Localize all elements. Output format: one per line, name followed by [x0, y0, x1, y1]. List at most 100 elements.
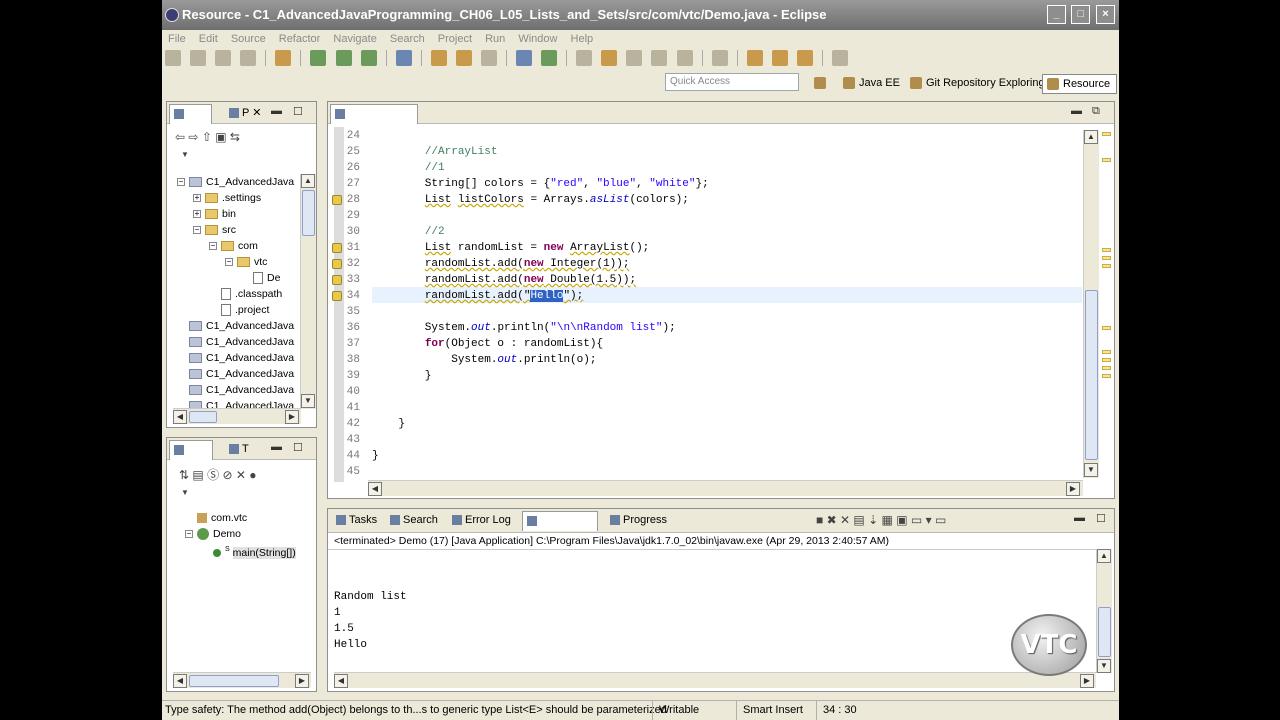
scroll-right-icon[interactable]: ▶	[1080, 674, 1094, 688]
scroll-thumb[interactable]	[189, 411, 217, 423]
open-type-icon[interactable]	[430, 50, 447, 66]
scroll-thumb[interactable]	[1098, 607, 1111, 657]
tree-item[interactable]: +C1_AdvancedJava	[177, 334, 294, 350]
code-line[interactable]: System.out.println(o);	[372, 352, 596, 368]
collapse-icon[interactable]: −	[185, 530, 193, 539]
toggle-block-selection-icon[interactable]	[541, 50, 558, 66]
collapse-icon[interactable]: −	[177, 178, 185, 187]
warning-icon[interactable]	[332, 195, 342, 205]
up-folder-icon[interactable]: ⇧	[202, 130, 212, 144]
scroll-right-icon[interactable]: ▶	[285, 410, 299, 424]
next-annotation-icon[interactable]	[626, 50, 643, 66]
scroll-up-icon[interactable]: ▲	[1084, 130, 1098, 144]
tree-item[interactable]: +C1_AdvancedJava	[177, 366, 294, 382]
run-external-icon[interactable]	[360, 50, 377, 66]
tree-item[interactable]: +C1_AdvancedJava	[177, 318, 294, 334]
collapse-icon[interactable]: −	[193, 226, 201, 235]
code-line[interactable]: }	[372, 416, 405, 432]
console-hscroll[interactable]: ◀ ▶	[334, 672, 1096, 688]
pin-icon[interactable]	[676, 50, 693, 66]
hide-static-icon[interactable]: Ⓢ	[207, 468, 219, 482]
tab-console[interactable]: Console ✕	[522, 511, 598, 531]
outline-item[interactable]: Smain(String[])	[201, 542, 296, 559]
code-line[interactable]: //ArrayList	[372, 144, 498, 160]
code-line[interactable]: for(Object o : randomList){	[372, 336, 603, 352]
last-edit-icon[interactable]	[711, 50, 728, 66]
remove-launch-icon[interactable]: ✖	[827, 513, 837, 527]
menu-search[interactable]: Search	[390, 33, 425, 45]
code-line[interactable]: List listColors = Arrays.asList(colors);	[372, 192, 689, 208]
warning-marker[interactable]	[1102, 256, 1111, 260]
code-line[interactable]: //2	[372, 224, 445, 240]
code-line[interactable]: List randomList = new ArrayList();	[372, 240, 649, 256]
tree-item[interactable]: .classpath	[209, 286, 282, 302]
warning-marker[interactable]	[1102, 326, 1111, 330]
code-line[interactable]: randomList.add(new Integer(1));	[372, 256, 630, 272]
code-line[interactable]: String[] colors = {"red", "blue", "white…	[372, 176, 709, 192]
search-icon[interactable]	[480, 50, 497, 66]
warning-icon[interactable]	[332, 291, 342, 301]
collapse-all-icon[interactable]: ▣	[215, 130, 226, 144]
maximize-view-icon[interactable]: ☐	[1096, 512, 1106, 525]
debug-icon[interactable]	[310, 50, 327, 66]
tree-item[interactable]: .project	[209, 302, 269, 318]
warning-marker[interactable]	[1102, 358, 1111, 362]
scroll-thumb[interactable]	[1085, 290, 1098, 460]
scroll-down-icon[interactable]: ▼	[1084, 463, 1098, 477]
scroll-thumb[interactable]	[189, 675, 279, 687]
previous-annotation-icon[interactable]	[651, 50, 668, 66]
hide-nonpublic-icon[interactable]: ⊘	[222, 468, 232, 482]
back-arrow-icon[interactable]: ⇦	[175, 130, 185, 144]
show-whitespace-icon[interactable]	[576, 50, 593, 66]
tree-item[interactable]: +C1_AdvancedJava	[177, 382, 294, 398]
menu-refactor[interactable]: Refactor	[279, 33, 321, 45]
tab-navigator[interactable]: N ✕	[169, 104, 213, 124]
menu-edit[interactable]: Edit	[199, 33, 218, 45]
minimize-view-icon[interactable]: ▬	[271, 441, 282, 453]
menu-window[interactable]: Window	[518, 33, 557, 45]
tree-item[interactable]: − C1_AdvancedJava	[177, 174, 294, 190]
minimize-editor-icon[interactable]: ▬	[1071, 105, 1082, 117]
collapse-icon[interactable]: −	[209, 242, 217, 251]
navigator-vscroll[interactable]: ▲ ▼	[300, 174, 316, 409]
scroll-right-icon[interactable]: ▶	[295, 674, 309, 688]
print-icon[interactable]	[240, 50, 257, 66]
tree-item[interactable]: − com	[209, 238, 258, 254]
toggle-mark-occurrences-icon[interactable]	[516, 50, 533, 66]
scroll-right-icon[interactable]: ▶	[1066, 482, 1080, 496]
open-perspective-icon[interactable]	[814, 74, 830, 94]
save-icon[interactable]	[190, 50, 207, 66]
open-console-icon[interactable]	[832, 50, 848, 66]
scroll-left-icon[interactable]: ◀	[368, 482, 382, 496]
expand-icon[interactable]: +	[193, 210, 201, 219]
close-button[interactable]: ×	[1096, 5, 1115, 24]
code-line[interactable]: randomList.add("Hello");	[372, 288, 583, 304]
code-line[interactable]: System.out.println("\n\nRandom list");	[372, 320, 676, 336]
outline-hscroll[interactable]: ◀ ▶	[173, 672, 311, 688]
perspective-git[interactable]: Git Repository Exploring	[910, 74, 1045, 94]
tab-search[interactable]: Search	[386, 511, 442, 531]
run-icon[interactable]	[335, 50, 352, 66]
maximize-view-icon[interactable]: ☐	[293, 441, 303, 454]
warning-icon[interactable]	[332, 243, 342, 253]
view-menu-icon[interactable]: ▼	[181, 150, 189, 159]
menu-run[interactable]: Run	[485, 33, 505, 45]
remove-all-icon[interactable]: ✕	[840, 513, 850, 527]
forward-arrow-icon[interactable]: ⇨	[188, 130, 198, 144]
tree-item[interactable]: + bin	[193, 206, 236, 222]
tree-item[interactable]: + .settings	[193, 190, 261, 206]
maximize-button[interactable]: □	[1071, 5, 1091, 24]
tab-tasks[interactable]: Tasks	[332, 511, 381, 531]
menu-project[interactable]: Project	[438, 33, 472, 45]
next-edit-icon[interactable]	[746, 50, 763, 66]
focus-icon[interactable]: ●	[249, 468, 256, 482]
highlight-icon[interactable]	[601, 50, 618, 66]
clear-console-icon[interactable]: ▤	[853, 513, 864, 527]
maximize-editor-icon[interactable]: ⧉	[1092, 105, 1100, 118]
code-line[interactable]: }	[372, 368, 432, 384]
link-editor-icon[interactable]: ⇆	[230, 130, 240, 144]
warning-icon[interactable]	[332, 275, 342, 285]
warning-icon[interactable]	[332, 259, 342, 269]
scroll-left-icon[interactable]: ◀	[334, 674, 348, 688]
collapse-icon[interactable]: −	[225, 258, 233, 267]
